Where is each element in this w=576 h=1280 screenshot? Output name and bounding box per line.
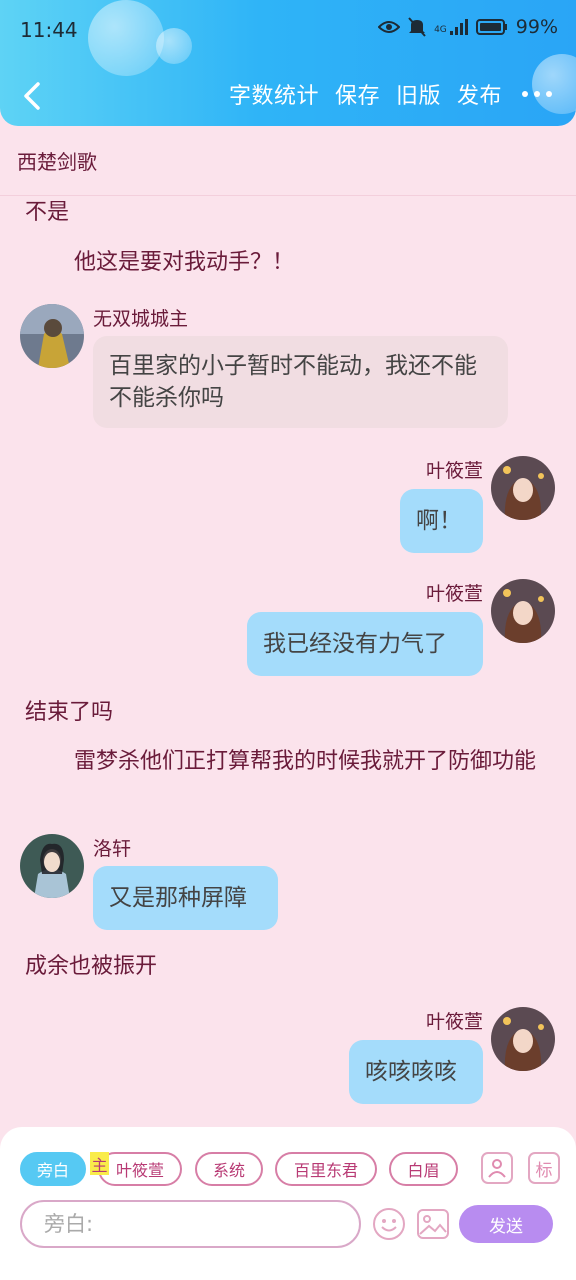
network-type: 4G xyxy=(434,25,447,35)
status-icons: 4G 99% xyxy=(378,16,558,38)
status-time: 11:44 xyxy=(20,18,78,42)
chevron-left-icon xyxy=(24,82,40,110)
old-version-button[interactable]: 旧版 xyxy=(396,78,441,110)
avatar[interactable] xyxy=(20,304,84,368)
sender-name: 叶筱萱 xyxy=(425,1011,483,1033)
image-icon xyxy=(417,1209,449,1239)
signal-icon: 4G xyxy=(434,19,468,35)
sender-name: 洛轩 xyxy=(93,838,132,860)
narration-line[interactable]: 不是 xyxy=(25,197,540,229)
message-bubble[interactable]: 我已经没有力气了 xyxy=(247,612,483,676)
avatar[interactable] xyxy=(491,456,555,520)
eye-icon xyxy=(378,20,401,34)
word-count-button[interactable]: 字数统计 xyxy=(229,78,319,110)
message-bubble[interactable]: 啊！ xyxy=(400,489,483,553)
save-button[interactable]: 保存 xyxy=(335,78,380,110)
send-button[interactable]: 发送 xyxy=(459,1205,553,1243)
mute-bell-icon xyxy=(408,17,426,37)
story-title: 西楚剑歌 xyxy=(17,150,97,174)
role-chip-baimei[interactable]: 白眉 xyxy=(389,1152,458,1186)
divider xyxy=(0,195,576,196)
message-input[interactable] xyxy=(20,1200,361,1248)
role-chip-ye-xiaoxuan[interactable]: 叶筱萱 xyxy=(98,1152,182,1186)
top-app-bar: 11:44 4G 99% 字数统计 保存 旧版 发布 xyxy=(0,0,576,126)
narration-line[interactable]: 结束了吗 xyxy=(25,697,540,729)
avatar[interactable] xyxy=(20,834,84,898)
avatar[interactable] xyxy=(491,1007,555,1071)
battery-level: 99% xyxy=(515,16,558,38)
sender-name: 无双城城主 xyxy=(93,308,189,330)
decor-bubble xyxy=(88,0,164,76)
role-chip-system[interactable]: 系统 xyxy=(195,1152,263,1186)
role-chip-baili-dongjun[interactable]: 百里东君 xyxy=(275,1152,377,1186)
narration-line[interactable]: 他这是要对我动手？！ xyxy=(25,247,540,279)
sender-name: 叶筱萱 xyxy=(425,583,483,605)
person-icon xyxy=(488,1159,506,1178)
narration-line[interactable]: 成余也被振开 xyxy=(25,951,540,983)
narration-line[interactable]: 雷梦杀他们正打算帮我的时候我就开了防御功能 xyxy=(25,746,540,778)
battery-icon xyxy=(475,19,508,35)
main-role-tag: 主 xyxy=(90,1152,109,1175)
avatar[interactable] xyxy=(491,579,555,643)
decor-bubble-small xyxy=(156,28,192,64)
message-bubble[interactable]: 又是那种屏障 xyxy=(93,866,278,930)
emoji-icon xyxy=(373,1208,405,1240)
role-chip-narrator[interactable]: 旁白 xyxy=(20,1152,86,1186)
more-options-button[interactable] xyxy=(518,79,556,109)
character-manage-button[interactable] xyxy=(481,1152,513,1184)
back-button[interactable] xyxy=(16,76,48,116)
message-bubble[interactable]: 百里家的小子暂时不能动，我还不能不能杀你吗 xyxy=(93,336,508,428)
publish-button[interactable]: 发布 xyxy=(457,78,502,110)
sender-name: 叶筱萱 xyxy=(425,460,483,482)
label-button[interactable]: 标 xyxy=(528,1152,560,1184)
image-button[interactable] xyxy=(415,1206,451,1242)
toolbar-actions: 字数统计 保存 旧版 发布 xyxy=(229,78,556,110)
message-bubble[interactable]: 咳咳咳咳 xyxy=(349,1040,483,1104)
emoji-button[interactable] xyxy=(371,1206,407,1242)
